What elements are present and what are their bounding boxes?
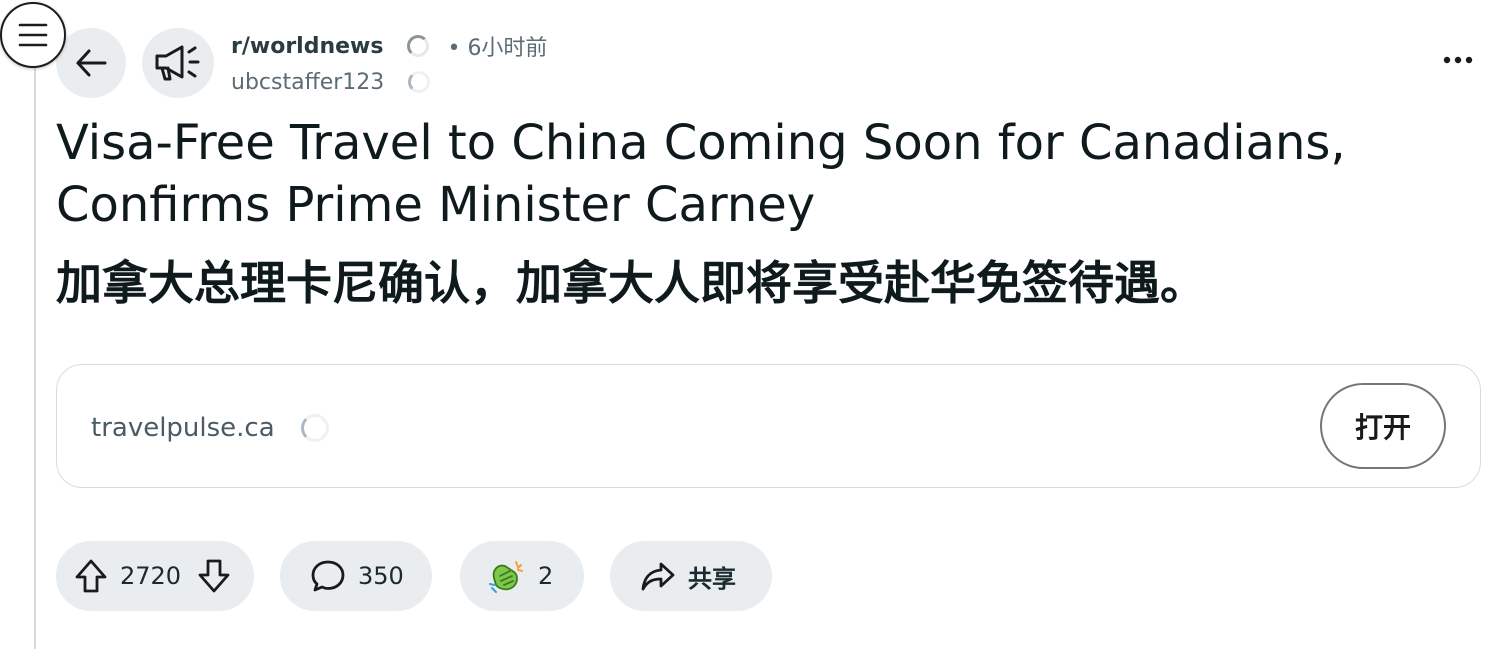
back-arrow-icon — [74, 48, 108, 78]
post-title: Visa-Free Travel to China Coming Soon fo… — [56, 115, 1346, 233]
link-domain-text: travelpulse.ca — [91, 413, 275, 443]
share-icon — [640, 560, 676, 592]
back-button[interactable] — [56, 28, 126, 98]
post-meta: r/worldnews • 6小时前 ubcstaffer123 — [231, 28, 547, 100]
awards-button[interactable]: 2 — [460, 541, 584, 611]
downvote-icon[interactable] — [197, 558, 231, 594]
link-domain: travelpulse.ca — [91, 413, 329, 443]
post-time: • 6小时前 — [447, 36, 548, 61]
menu-button[interactable] — [0, 2, 66, 68]
thread-line — [34, 62, 36, 649]
comment-icon — [310, 559, 346, 593]
link-preview-card[interactable]: travelpulse.ca 打开 — [56, 364, 1481, 488]
vote-pill: 2720 — [56, 541, 254, 611]
subreddit-avatar[interactable] — [142, 28, 214, 98]
menu-icon — [18, 22, 48, 48]
post-body-text: 加拿大总理卡尼确认，加拿大人即将享受赴华免签待遇。 — [56, 256, 1206, 310]
open-link-button[interactable]: 打开 — [1320, 383, 1446, 469]
megaphone-icon — [153, 42, 203, 84]
comments-button[interactable]: 350 — [280, 541, 432, 611]
author-link[interactable]: ubcstaffer123 — [231, 70, 384, 95]
subreddit-link[interactable]: r/worldnews — [231, 34, 383, 59]
award-icon — [488, 558, 526, 594]
loading-spinner-icon — [408, 71, 431, 93]
award-count: 2 — [538, 562, 554, 590]
upvote-icon[interactable] — [74, 558, 108, 594]
comment-count: 350 — [358, 562, 404, 590]
loading-spinner-icon — [300, 414, 329, 442]
share-label: 共享 — [688, 564, 736, 593]
vote-count: 2720 — [120, 562, 182, 590]
loading-spinner-icon — [407, 35, 430, 57]
more-options-icon — [1443, 56, 1473, 64]
more-options-button[interactable] — [1438, 40, 1478, 80]
share-button[interactable]: 共享 — [610, 541, 772, 611]
